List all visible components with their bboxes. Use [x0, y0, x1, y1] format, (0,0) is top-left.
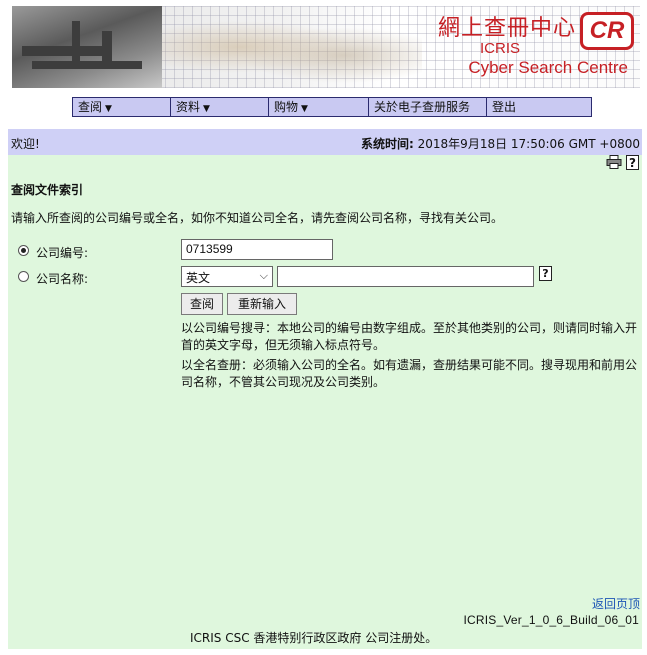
system-time: 系统时间: 2018年9月18日 17:50:06 GMT +0800 — [361, 135, 640, 152]
company-number-label: 公司编号: — [36, 246, 89, 260]
language-select-value: 英文 — [186, 271, 211, 285]
chevron-down-icon: ▼ — [203, 104, 210, 114]
menu-item-label: 购物 — [274, 100, 299, 114]
menu-item-label: 资料 — [176, 100, 201, 114]
company-name-input[interactable] — [277, 266, 534, 287]
instruction-text: 请输入所查阅的公司编号或全名，如你不知道公司全名，请先查阅公司名称，寻找有关公司… — [11, 211, 504, 225]
system-time-value: 2018年9月18日 17:50:06 GMT +0800 — [417, 137, 640, 151]
menu-item-label: 登出 — [492, 100, 517, 114]
reset-button[interactable]: 重新输入 — [227, 293, 297, 315]
menu-item-label: 关於电子查册服务 — [374, 100, 471, 114]
chevron-down-icon: ▼ — [301, 104, 308, 114]
content-panel: 欢迎! 系统时间: 2018年9月18日 17:50:06 GMT +0800 … — [8, 129, 642, 649]
system-time-label: 系统时间: — [361, 137, 414, 151]
company-name-radio[interactable] — [18, 271, 29, 282]
menu-item-label: 查阅 — [78, 100, 103, 114]
search-button[interactable]: 查阅 — [181, 293, 223, 315]
menu-item-about[interactable]: 关於电子查册服务 — [369, 98, 487, 116]
menu-item-search[interactable]: 查阅 ▼ — [73, 98, 171, 116]
help-icon[interactable]: ? — [626, 155, 639, 170]
company-name-label: 公司名称: — [36, 272, 89, 286]
menu-item-info[interactable]: 资料 ▼ — [171, 98, 269, 116]
footer-org: ICRIS CSC 香港特别行政区政府 公司注册处。 — [190, 631, 438, 645]
language-select[interactable]: 英文 ⌵ — [181, 266, 273, 287]
back-to-top-link[interactable]: 返回页顶 — [592, 595, 640, 612]
help-icon[interactable]: ? — [539, 266, 552, 281]
welcome-text: 欢迎! — [11, 137, 40, 151]
banner-title-cn: 網上查冊中心 — [437, 16, 576, 41]
cr-logo: CR — [580, 12, 634, 50]
banner-collage-image — [162, 6, 422, 88]
banner-subtitle: Cyber Search Centre — [468, 58, 628, 77]
banner-title-en: ICRIS — [479, 40, 520, 57]
menu-item-logout[interactable]: 登出 — [487, 98, 591, 116]
page-title: 查阅文件索引 — [11, 183, 84, 197]
company-number-radio[interactable] — [18, 245, 29, 256]
menu-item-shopping[interactable]: 购物 ▼ — [269, 98, 369, 116]
company-number-input[interactable]: 0713599 — [181, 239, 333, 260]
chevron-down-icon: ▼ — [105, 104, 112, 114]
search-by-name-note: 以全名查册：必须输入公司的全名。如有遗漏，查册结果可能不同。搜寻现用和前用公司名… — [181, 358, 638, 389]
search-by-number-note: 以公司编号搜寻：本地公司的编号由数字组成。至於其他类别的公司，则请同时输入开首的… — [181, 321, 638, 352]
build-version: ICRIS_Ver_1_0_6_Build_06_01 — [463, 613, 639, 627]
site-banner: 網上查冊中心 ICRIS Cyber Search Centre CR — [12, 6, 640, 88]
banner-city-image — [12, 6, 162, 88]
main-menu-bar: 查阅 ▼ 资料 ▼ 购物 ▼ 关於电子查册服务 登出 — [72, 97, 592, 117]
page-tools: ? — [606, 155, 639, 172]
printer-icon[interactable] — [606, 155, 622, 172]
welcome-bar: 欢迎! 系统时间: 2018年9月18日 17:50:06 GMT +0800 — [8, 129, 642, 155]
chevron-down-icon: ⌵ — [259, 269, 268, 282]
